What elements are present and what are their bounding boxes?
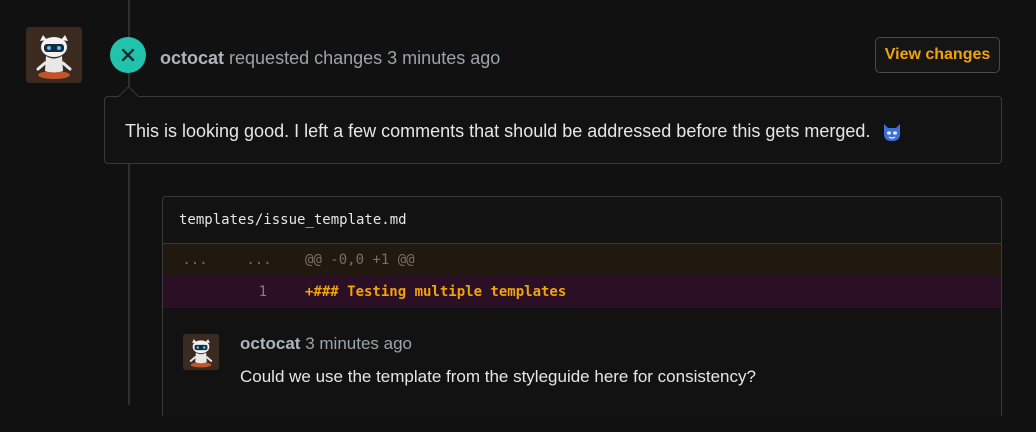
comment-timestamp[interactable]: 3 minutes ago bbox=[305, 334, 412, 353]
diff-hunk-row: ... ... @@ -0,0 +1 @@ bbox=[163, 244, 1001, 276]
added-line-text: +### Testing multiple templates bbox=[305, 284, 567, 300]
diff-added-row: 1 +### Testing multiple templates bbox=[163, 276, 1001, 308]
x-icon bbox=[121, 48, 135, 62]
review-body-text: This is looking good. I left a few comme… bbox=[125, 121, 871, 141]
octocat-avatar-icon bbox=[183, 334, 219, 370]
changes-requested-badge bbox=[110, 37, 146, 73]
file-path[interactable]: templates/issue_template.md bbox=[163, 197, 1001, 244]
avatar[interactable] bbox=[26, 27, 82, 83]
review-timestamp[interactable]: 3 minutes ago bbox=[387, 48, 500, 68]
cat-face-icon bbox=[884, 124, 901, 142]
old-line-number[interactable]: ... bbox=[163, 252, 227, 268]
pr-timeline: octocat requested changes 3 minutes ago … bbox=[0, 0, 1036, 432]
review-author-link[interactable]: octocat bbox=[160, 48, 224, 68]
comment-avatar[interactable] bbox=[183, 334, 219, 370]
comment-caret bbox=[117, 85, 140, 108]
review-action-text: requested changes bbox=[229, 48, 383, 68]
new-line-number[interactable]: ... bbox=[227, 252, 291, 268]
new-line-number[interactable]: 1 bbox=[227, 284, 291, 300]
comment-author-link[interactable]: octocat bbox=[240, 334, 300, 353]
review-event-header: octocat requested changes 3 minutes ago bbox=[160, 46, 500, 70]
comment-header: octocat 3 minutes ago bbox=[240, 333, 412, 355]
file-path-text: templates/issue_template.md bbox=[179, 212, 407, 228]
comment-body: Could we use the template from the style… bbox=[240, 367, 756, 386]
view-changes-button[interactable]: View changes bbox=[875, 37, 1000, 73]
review-comment-text: This is looking good. I left a few comme… bbox=[125, 119, 903, 143]
octocat-avatar-icon bbox=[26, 27, 82, 83]
hunk-header-text: @@ -0,0 +1 @@ bbox=[305, 252, 415, 268]
review-comment-box: This is looking good. I left a few comme… bbox=[104, 85, 1002, 164]
